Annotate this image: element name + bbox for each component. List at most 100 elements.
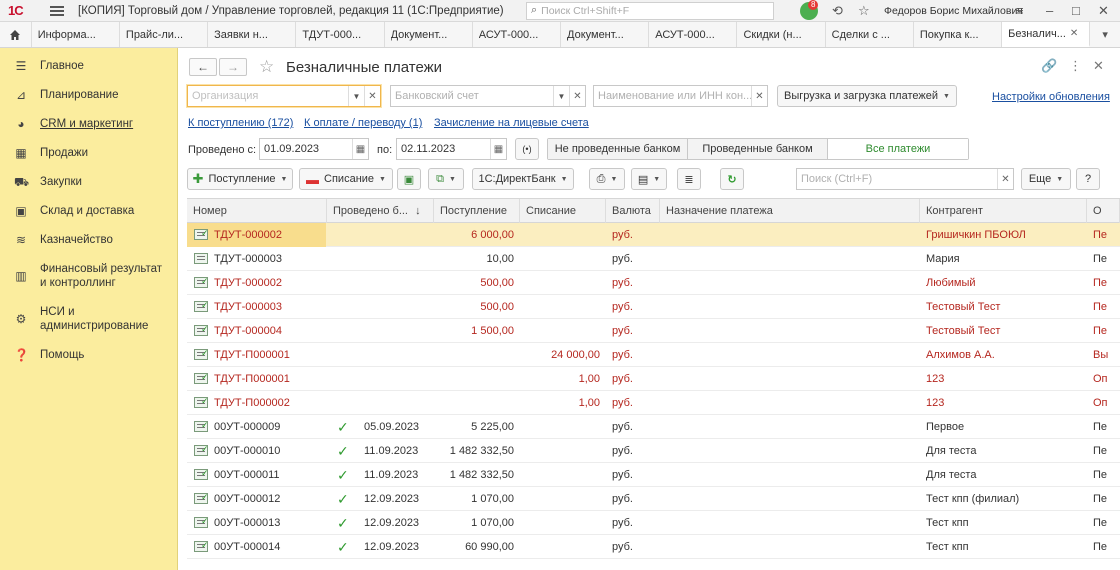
more-vertical-icon[interactable]: ⋮ [1069,58,1082,74]
segment-posted[interactable]: Проведенные банком [688,139,828,159]
tab-skidki[interactable]: Скидки (н... [737,22,826,47]
maximize-icon[interactable]: □ [1072,3,1080,18]
tab-sdelki[interactable]: Сделки с ... [826,22,914,47]
tabs-overflow-icon[interactable]: ▾ [1090,22,1120,47]
sidebar-item-purchases[interactable]: ⛟ Закупки [14,175,82,189]
tab-asut-2[interactable]: АСУТ-000... [649,22,738,47]
col-counterparty[interactable]: Контрагент [920,199,1087,223]
chevron-down-icon[interactable]: ▼ [553,86,569,106]
minimize-icon[interactable]: – [1046,3,1053,18]
link-icon[interactable]: 🔗 [1041,58,1057,74]
history-icon[interactable]: ⟲ [832,3,843,19]
bank-account-field[interactable]: Банковский счет ▼ ✕ [390,85,586,107]
table-row[interactable]: 00УТ-000014 ✓ 12.09.2023 60 990,00 руб. Тест … [187,535,1120,559]
favorite-star-icon[interactable]: ☆ [259,57,274,77]
tab-zayavki[interactable]: Заявки н... [208,22,297,47]
reports-button[interactable]: ▤ ▼ [631,168,667,190]
table-row[interactable]: ТДУТ-000002 6 000,00 руб. Гришичкин ПБОЮЛ Пе [187,223,1120,247]
to-pay-link[interactable]: К оплате / переводу (1) [304,117,422,129]
create-based-button[interactable]: ▣ [397,168,421,190]
incoming-payment-button[interactable]: ✚ Поступление ▼ [187,168,293,190]
copy-documents-button[interactable]: ⧉ ▼ [428,168,464,190]
col-incoming[interactable]: Поступление [434,199,520,223]
settings-menu-icon[interactable]: ≡ [1016,3,1024,18]
sidebar-item-planning[interactable]: ⊿ Планирование [14,88,119,102]
col-purpose[interactable]: Назначение платежа [660,199,920,223]
close-form-icon[interactable]: ✕ [1093,58,1104,74]
table-row[interactable]: ТДУТ-000003 500,00 руб. Тестовый Тест Пе [187,295,1120,319]
journal-button[interactable]: ≣ [677,168,701,190]
sidebar-item-treasury[interactable]: ≋ Казначейство [14,233,113,247]
table-row[interactable]: ТДУТ-000004 1 500,00 руб. Тестовый Тест Пе [187,319,1120,343]
calendar-icon[interactable]: ▦ [352,139,368,159]
chevron-down-icon: ▼ [280,175,288,183]
calendar-icon[interactable]: ▦ [490,139,506,159]
col-posted-by-bank[interactable]: Проведено б... ↓ [327,199,434,223]
more-actions-button[interactable]: Еще ▼ [1021,168,1071,190]
table-row[interactable]: 00УТ-000010 ✓ 11.09.2023 1 482 332,50 руб. Дл… [187,439,1120,463]
favorites-star-icon[interactable]: ☆ [858,3,870,19]
table-row[interactable]: ТДУТ-П000001 1,00 руб. 123 Оп [187,367,1120,391]
clear-icon[interactable]: ✕ [364,86,380,106]
col-currency[interactable]: Валюта [606,199,660,223]
chevron-down-icon: ▼ [560,175,568,183]
period-select-button[interactable]: (•) [515,138,539,160]
segment-not-posted[interactable]: Не проведенные банком [548,139,688,159]
tab-asut-1[interactable]: АСУТ-000... [473,22,561,47]
sidebar-item-finance[interactable]: ▥ Финансовый результат и контроллинг [14,262,170,290]
tab-beznalichnye-active[interactable]: Безналич... ✕ [1002,22,1091,47]
clear-icon[interactable]: ✕ [997,169,1013,189]
clear-icon[interactable]: ✕ [751,86,767,106]
period-from-field[interactable]: 01.09.2023 ▦ [259,138,369,160]
tab-pokupka[interactable]: Покупка к... [914,22,1003,47]
main-menu-icon[interactable] [50,5,64,16]
table-row[interactable]: 00УТ-000011 ✓ 11.09.2023 1 482 332,50 руб. Дл… [187,463,1120,487]
sidebar-item-warehouse[interactable]: ▣ Склад и доставка [14,204,134,218]
segment-all-payments[interactable]: Все платежи [828,139,968,159]
upload-download-payments-button[interactable]: Выгрузка и загрузка платежей ▼ [777,85,957,107]
col-outgoing[interactable]: Списание [520,199,606,223]
update-settings-link[interactable]: Настройки обновления [992,91,1110,103]
to-receipt-link[interactable]: К поступлению (172) [188,117,293,129]
tab-document-2[interactable]: Документ... [561,22,650,47]
personal-accounts-link[interactable]: Зачисление на лицевые счета [434,117,589,129]
tab-document-1[interactable]: Документ... [385,22,473,47]
global-search-input[interactable]: ⌕ Поиск Ctrl+Shift+F [526,1,774,20]
forward-button[interactable]: → [219,58,247,76]
tab-prays-list[interactable]: Прайс-ли... [120,22,209,47]
organization-field[interactable]: Организация ▼ ✕ [187,85,381,107]
table-row[interactable]: ТДУТ-П000001 24 000,00 руб. Алхимов А.А. Вы [187,343,1120,367]
refresh-button[interactable]: ↻ [720,168,744,190]
sidebar-item-sales[interactable]: ▦ Продажи [14,146,88,160]
period-to-field[interactable]: 02.11.2023 ▦ [396,138,507,160]
table-row[interactable]: ТДУТ-000003 10,00 руб. Мария Пе [187,247,1120,271]
direct-bank-button[interactable]: 1С:ДиректБанк ▼ [472,168,574,190]
help-button[interactable]: ? [1076,168,1100,190]
clear-icon[interactable]: ✕ [569,86,585,106]
sidebar-item-help[interactable]: ❓ Помощь [14,348,84,362]
cell-counterparty: 123 [926,373,945,385]
list-search-input[interactable]: Поиск (Ctrl+F) ✕ [796,168,1014,190]
tab-tdut[interactable]: ТДУТ-000... [296,22,385,47]
sidebar-item-admin[interactable]: ⚙ НСИ и администрирование [14,305,150,333]
home-tab[interactable] [0,22,32,47]
payment-document-icon [194,468,209,480]
col-extra[interactable]: О [1087,199,1120,223]
table-row[interactable]: 00УТ-000009 ✓ 05.09.2023 5 225,00 руб. Первое… [187,415,1120,439]
table-row[interactable]: 00УТ-000012 ✓ 12.09.2023 1 070,00 руб. Тест к… [187,487,1120,511]
table-row[interactable]: ТДУТ-П000002 1,00 руб. 123 Оп [187,391,1120,415]
outgoing-payment-button[interactable]: ▬ Списание ▼ [299,168,393,190]
tab-informatsiya[interactable]: Информа... [32,22,120,47]
print-button[interactable]: ⎙ ▼ [589,168,625,190]
current-user[interactable]: Федоров Борис Михайлович [884,5,1023,17]
counterparty-search-field[interactable]: Наименование или ИНН кон... ✕ [593,85,768,107]
table-row[interactable]: 00УТ-000013 ✓ 12.09.2023 1 070,00 руб. Тест к… [187,511,1120,535]
close-tab-icon[interactable]: ✕ [1070,28,1078,39]
sidebar-item-crm[interactable]: ◕ CRM и маркетинг [14,117,133,131]
table-row[interactable]: ТДУТ-000002 500,00 руб. Любимый Пе [187,271,1120,295]
col-number[interactable]: Номер [187,199,327,223]
close-window-icon[interactable]: ✕ [1098,3,1109,19]
back-button[interactable]: ← [189,58,217,76]
sidebar-item-main[interactable]: ☰ Главное [14,59,84,73]
chevron-down-icon[interactable]: ▼ [348,86,364,106]
